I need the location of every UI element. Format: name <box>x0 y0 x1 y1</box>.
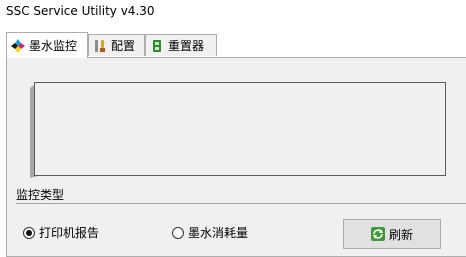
tab-label: 重置器 <box>168 39 205 53</box>
refresh-label: 刷新 <box>388 227 413 242</box>
radio-ink-consumption[interactable]: 墨水消耗量 <box>172 224 248 241</box>
tab-label: 墨水监控 <box>29 39 78 53</box>
radio-button[interactable] <box>172 226 184 239</box>
settings-tools-icon <box>93 39 107 53</box>
refresh-button[interactable]: 刷新 <box>343 219 441 249</box>
tab-resetter[interactable]: 重置器 <box>145 34 217 56</box>
tab-config[interactable]: 配置 <box>88 34 145 56</box>
tab-label: 配置 <box>111 39 136 53</box>
refresh-icon <box>370 227 385 241</box>
reset-chip-icon <box>150 39 164 53</box>
tab-strip: 墨水监控 配置 重置器 <box>0 30 466 58</box>
title-bar: SSC Service Utility v4.30 <box>0 0 466 30</box>
radio-label: 墨水消耗量 <box>188 226 249 240</box>
tab-ink-monitor[interactable]: 墨水监控 <box>6 32 88 58</box>
radio-button-checked[interactable] <box>23 226 35 239</box>
window-title: SSC Service Utility v4.30 <box>6 4 155 18</box>
group-divider <box>16 203 466 204</box>
radio-label: 打印机报告 <box>39 226 100 240</box>
monitor-type-label: 监控类型 <box>16 188 65 202</box>
radio-printer-report[interactable]: 打印机报告 <box>23 224 99 241</box>
ink-level-display <box>34 82 446 176</box>
ink-drops-icon <box>11 38 25 53</box>
